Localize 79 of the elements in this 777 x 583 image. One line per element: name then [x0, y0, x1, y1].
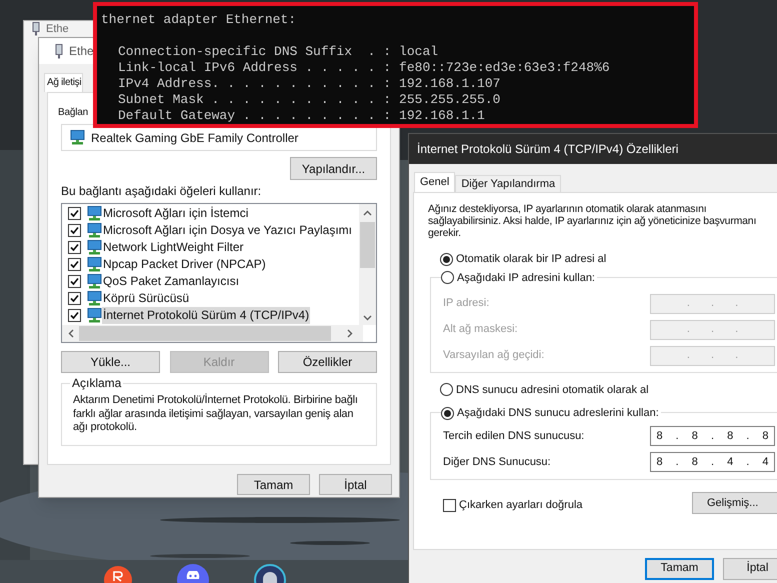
dns-address-field[interactable]: 8 . 8 . 4 . 4 — [650, 452, 775, 472]
action-button[interactable]: Özellikler — [278, 351, 377, 373]
scrollbar-thumb[interactable] — [79, 326, 331, 341]
group-title: Açıklama — [70, 376, 124, 390]
dns-address-field[interactable]: 8 . 8 . 8 . 8 — [650, 426, 775, 446]
scroll-up-icon[interactable] — [363, 210, 372, 216]
network-component-icon — [86, 206, 102, 221]
field-label: Diğer DNS Sunucusu: — [443, 454, 551, 470]
network-cable-icon — [55, 44, 63, 58]
checkbox[interactable] — [68, 224, 81, 237]
terminal-value: 255.255.255.0 — [399, 92, 500, 108]
radio-label[interactable]: Aşağıdaki DNS sunucu adreslerini kullan: — [457, 405, 659, 422]
radio-label[interactable]: Aşağıdaki IP adresini kullan: — [457, 270, 595, 286]
dialog-button[interactable]: İptal — [319, 474, 392, 495]
section-label: Bağlan — [58, 107, 88, 119]
radio-label[interactable]: DNS sunucu adresini otomatik olarak al — [456, 382, 649, 398]
dialog-button[interactable]: Tamam — [237, 474, 310, 495]
terminal-line: thernet adapter Ethernet: — [101, 12, 298, 28]
network-cable-icon — [32, 22, 40, 36]
radio-button[interactable] — [440, 383, 453, 396]
tab[interactable]: Ağ iletişi — [44, 73, 84, 92]
network-component-icon — [86, 308, 102, 323]
radio-label[interactable]: Otomatik olarak bir IP adresi al — [456, 251, 606, 268]
field-label: IP adresi: — [443, 296, 490, 312]
window-title: Ethe — [46, 23, 69, 35]
scroll-down-icon[interactable] — [363, 315, 372, 321]
list-item[interactable]: Köprü Sürücüsü — [102, 290, 190, 307]
checkbox[interactable] — [68, 309, 81, 322]
checkbox[interactable] — [68, 275, 81, 288]
field-label: Tercih edilen DNS sunucusu: — [443, 428, 584, 444]
tab[interactable]: Diğer Yapılandırma — [455, 175, 562, 192]
checkbox-label[interactable]: Çıkarken ayarları doğrula — [459, 497, 583, 514]
radio-button[interactable] — [441, 406, 454, 420]
network-component-icon — [86, 291, 102, 306]
checkbox[interactable] — [443, 499, 456, 512]
terminal-label: Default Gateway . . . . . . . . . : — [118, 108, 392, 124]
list-item[interactable]: Network LightWeight Filter — [102, 239, 244, 256]
terminal-label: Link-local IPv6 Address . . . . . : — [118, 60, 392, 76]
terminal-value: 192.168.1.1 — [399, 108, 485, 124]
checkbox[interactable] — [68, 292, 81, 305]
list-item[interactable]: Microsoft Ağları için İstemci — [102, 205, 250, 222]
scrollbar-thumb[interactable] — [360, 222, 375, 268]
advanced-button[interactable]: Gelişmiş... — [692, 492, 777, 514]
items-label: Bu bağlantı aşağıdaki öğeleri kullanır: — [61, 184, 262, 198]
radio-button[interactable] — [440, 252, 453, 266]
list-item[interactable]: Npcap Packet Driver (NPCAP) — [102, 256, 267, 273]
radio-button[interactable] — [441, 271, 454, 284]
list-item[interactable]: Microsoft Ağları için Dosya ve Yazıcı Paylaşımı — [102, 222, 353, 239]
horizontal-scrollbar[interactable] — [62, 325, 363, 342]
window-title: Ethe — [69, 43, 94, 60]
terminal-value: fe80::723e:ed3e:63e3:f248%6 — [399, 60, 610, 76]
checkbox[interactable] — [68, 241, 81, 254]
checkbox[interactable] — [68, 258, 81, 271]
network-adapter-icon — [69, 130, 85, 145]
vertical-scrollbar[interactable] — [359, 204, 376, 325]
terminal-label: Connection-specific DNS Suffix . : — [118, 44, 392, 60]
scroll-right-icon[interactable] — [347, 329, 353, 338]
configure-button[interactable]: Yapılandır... — [290, 157, 377, 180]
tab[interactable]: Genel — [414, 172, 456, 192]
network-component-icon — [86, 257, 102, 272]
window-title: İnternet Protokolü Sürüm 4 (TCP/IPv4) Özellikleri — [417, 141, 678, 158]
description-text: Aktarım Denetimi Protokolü/İnternet Protokolü. Birbirine bağlı farklı ağlar arasında iletişimi sağlayan, varsayılan geniş alan ağı protokolü. — [73, 394, 359, 434]
terminal-value: local — [399, 44, 438, 60]
field-label: Alt ağ maskesi: — [443, 322, 518, 338]
terminal-label: IPv4 Address. . . . . . . . . . . : — [118, 76, 392, 92]
list-item[interactable]: İnternet Protokolü Sürüm 4 (TCP/IPv4) — [102, 307, 310, 324]
scroll-left-icon[interactable] — [68, 329, 74, 338]
network-component-icon — [86, 274, 102, 289]
dialog-button[interactable]: İptal — [723, 558, 777, 580]
intro-text: Ağınız destekliyorsa, IP ayarlarının otomatik olarak atanmasını sağlayabilirsiniz. Aksi halde, IP ayarlarınız için ağ yöneticinize başvurmanı gerekir. — [428, 203, 758, 239]
network-component-icon — [86, 240, 102, 255]
field-label: Varsayılan ağ geçidi: — [443, 348, 544, 364]
dialog-button[interactable]: Tamam — [645, 558, 714, 580]
network-component-icon — [86, 223, 102, 238]
terminal-label: Subnet Mask . . . . . . . . . . . : — [118, 92, 392, 108]
checkbox[interactable] — [68, 207, 81, 220]
action-button[interactable]: Yükle... — [61, 351, 160, 373]
list-item[interactable]: QoS Paket Zamanlayıcısı — [102, 273, 240, 290]
terminal-value: 192.168.1.107 — [399, 76, 500, 92]
